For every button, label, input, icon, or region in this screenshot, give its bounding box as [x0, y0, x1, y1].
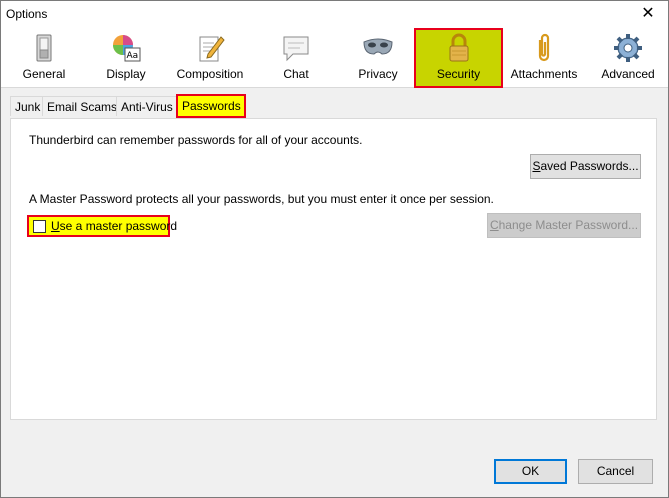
saved-passwords-button[interactable]: Saved Passwords... — [530, 154, 641, 179]
passwords-panel: Thunderbird can remember passwords for a… — [10, 118, 657, 420]
switch-icon — [36, 34, 52, 62]
pane-label: Composition — [176, 67, 244, 81]
pane-privacy[interactable]: Privacy — [338, 29, 418, 87]
use-master-password-checkbox[interactable]: Use a master password — [27, 215, 177, 237]
pane-label: Attachments — [510, 67, 578, 81]
checkbox-box[interactable] — [33, 220, 46, 233]
window-title: Options — [6, 7, 48, 21]
cancel-button[interactable]: Cancel — [578, 459, 653, 484]
button-label: hange Master Password... — [498, 218, 639, 232]
pane-label: Display — [106, 67, 146, 81]
close-icon[interactable]: ✕ — [636, 3, 660, 25]
master-password-text: A Master Password protects all your pass… — [29, 192, 494, 206]
tab-anti-virus[interactable]: Anti-Virus — [116, 96, 178, 116]
change-master-password-button[interactable]: Change Master Password... — [487, 213, 641, 238]
pane-label: Security — [436, 67, 481, 81]
pane-label: General — [22, 67, 66, 81]
pane-chat[interactable]: Chat — [256, 29, 336, 87]
pane-display[interactable]: Aa Display — [86, 29, 166, 87]
pane-attachments[interactable]: Attachments — [504, 29, 584, 87]
checkbox-label: Use a master password — [51, 219, 177, 233]
speech-bubble-icon — [283, 36, 309, 62]
tab-junk[interactable]: Junk — [10, 96, 46, 116]
tab-passwords[interactable]: Passwords — [176, 94, 246, 118]
title-bar: Options ✕ — [1, 1, 668, 29]
tab-email-scams[interactable]: Email Scams — [42, 96, 123, 116]
pane-label: Chat — [283, 67, 309, 81]
paperclip-icon — [538, 33, 550, 62]
pane-toolbar: General Aa Display Composition Chat Priv… — [1, 28, 668, 88]
accesskey: C — [489, 218, 499, 232]
accesskey: U — [51, 219, 60, 233]
ok-button[interactable]: OK — [494, 459, 567, 484]
padlock-icon — [449, 33, 468, 62]
checkbox-text: se a master password — [59, 219, 178, 233]
options-dialog: Options ✕ General Aa Display Composition… — [0, 0, 669, 498]
remember-passwords-text: Thunderbird can remember passwords for a… — [29, 133, 363, 147]
button-label: aved Passwords... — [540, 159, 639, 173]
pencil-paper-icon — [199, 36, 225, 62]
gear-icon — [614, 34, 642, 62]
svg-text:Aa: Aa — [127, 51, 139, 61]
security-subtabs: Junk Email Scams Anti-Virus Passwords — [10, 94, 660, 118]
pane-advanced[interactable]: Advanced — [588, 29, 668, 87]
pane-composition[interactable]: Composition — [170, 29, 250, 87]
mask-icon — [363, 38, 393, 55]
pane-general[interactable]: General — [4, 29, 84, 87]
pane-label: Privacy — [358, 67, 398, 81]
color-wheel-font-icon: Aa — [113, 35, 141, 62]
pane-label: Advanced — [601, 67, 655, 81]
pane-security[interactable]: Security — [414, 28, 503, 88]
